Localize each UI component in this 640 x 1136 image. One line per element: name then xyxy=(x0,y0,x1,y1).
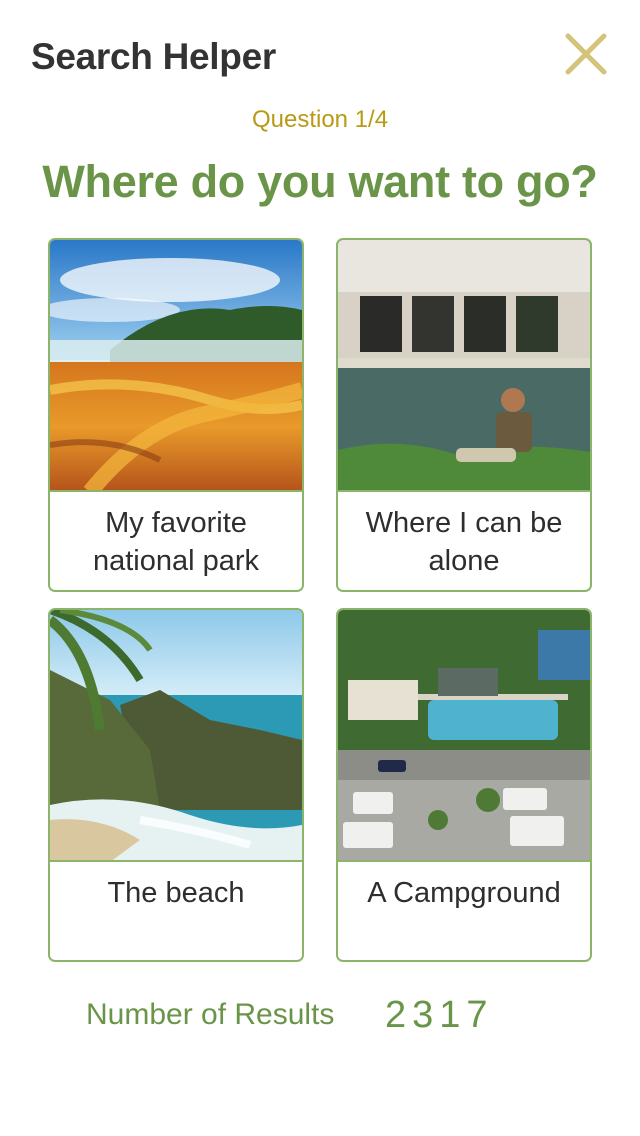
rv-campground-aerial-photo xyxy=(338,610,590,862)
question-progress: Question 1/4 xyxy=(251,106,389,133)
page-title: Search Helper xyxy=(31,36,276,77)
results-count: 2317 xyxy=(385,994,494,1036)
option-card-campground[interactable]: A Campground xyxy=(336,608,592,962)
option-card-alone[interactable]: Where I can be alone xyxy=(336,238,592,592)
question-heading: Where do you want to go? xyxy=(42,156,598,207)
option-card-national-park[interactable]: My favorite national park xyxy=(48,238,304,592)
option-label: Where I can be alone xyxy=(365,507,563,577)
option-card-beach[interactable]: The beach xyxy=(48,608,304,962)
coastal-waterfall-beach-photo xyxy=(50,610,302,862)
results-label: Number of Results xyxy=(86,998,335,1031)
man-by-old-bus-photo xyxy=(338,240,590,492)
hot-spring-landscape-photo xyxy=(50,240,302,492)
close-icon xyxy=(565,33,607,75)
option-label: A Campground xyxy=(367,877,561,909)
option-label: The beach xyxy=(107,877,245,909)
option-label: My favorite national park xyxy=(92,507,260,577)
close-button[interactable] xyxy=(562,30,610,78)
